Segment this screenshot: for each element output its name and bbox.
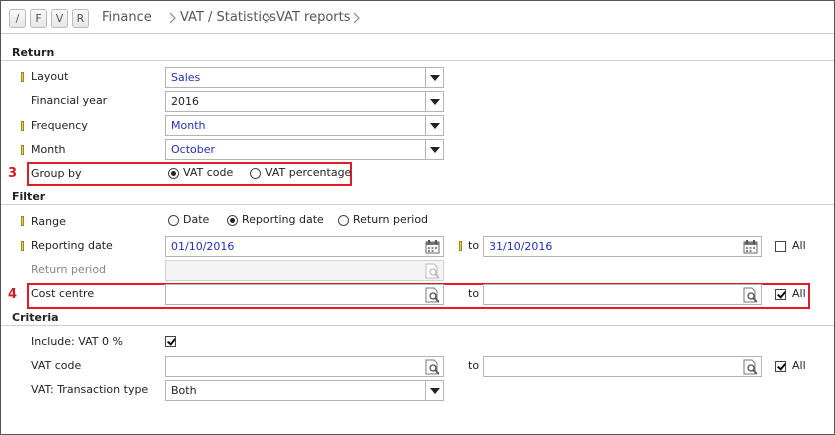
section-title: Return xyxy=(12,46,55,59)
cost-centre-from-input[interactable] xyxy=(165,284,444,305)
reporting-date-from-input[interactable]: 01/10/2016 xyxy=(165,236,444,257)
breadcrumb-finance[interactable]: Finance xyxy=(102,10,152,26)
layout-value: Sales xyxy=(171,71,201,84)
reporting-date-to-input[interactable]: 31/10/2016 xyxy=(483,236,762,257)
month-value: October xyxy=(171,143,216,156)
section-header-return: Return xyxy=(1,46,834,61)
vat-code-to-label: to xyxy=(468,359,480,372)
layout-label: Layout xyxy=(31,70,69,83)
financial-year-value: 2016 xyxy=(171,95,199,108)
include-vat0-checkbox[interactable] xyxy=(165,336,176,347)
radio-vat-percentage[interactable] xyxy=(250,168,261,179)
financial-year-label: Financial year xyxy=(31,94,108,107)
section-header-criteria: Criteria xyxy=(1,311,834,326)
transaction-type-label: VAT: Transaction type xyxy=(31,383,149,396)
breadcrumb-vat-statistics[interactable]: VAT / Statistics xyxy=(180,10,276,26)
layout-select[interactable]: Sales xyxy=(165,67,444,88)
chevron-right-icon xyxy=(169,12,176,24)
required-marker xyxy=(21,241,24,251)
range-label: Range xyxy=(31,215,66,228)
cost-centre-label: Cost centre xyxy=(31,287,95,300)
required-marker xyxy=(21,145,24,155)
cost-centre-all-label: All xyxy=(792,287,806,300)
top-toolbar: / F V R Finance VAT / Statistics VAT rep… xyxy=(1,1,834,34)
shortcut-key-f[interactable]: F xyxy=(30,9,47,28)
month-select[interactable]: October xyxy=(165,139,444,160)
calendar-icon[interactable] xyxy=(424,239,441,255)
vat-code-all-label: All xyxy=(792,359,806,372)
radio-range-date[interactable] xyxy=(168,215,179,226)
lookup-icon[interactable] xyxy=(424,287,441,303)
lookup-icon[interactable] xyxy=(424,359,441,375)
shortcut-key-v[interactable]: V xyxy=(51,9,68,28)
chevron-right-icon xyxy=(353,12,360,24)
chevron-down-icon[interactable] xyxy=(425,116,443,135)
cost-centre-all-checkbox[interactable] xyxy=(775,289,786,300)
radio-range-reporting-date-label[interactable]: Reporting date xyxy=(242,213,324,227)
radio-range-return-period[interactable] xyxy=(338,215,349,226)
shortcut-key-slash[interactable]: / xyxy=(9,9,26,28)
frequency-value: Month xyxy=(171,119,206,132)
reporting-date-to-value: 31/10/2016 xyxy=(489,240,553,253)
breadcrumb-vat-reports[interactable]: VAT reports xyxy=(276,10,351,26)
lookup-icon[interactable] xyxy=(742,359,759,375)
return-period-label: Return period xyxy=(31,263,107,276)
radio-vat-code[interactable] xyxy=(168,168,179,179)
reporting-date-all-checkbox[interactable] xyxy=(775,241,786,252)
radio-range-reporting-date[interactable] xyxy=(227,215,238,226)
calendar-icon[interactable] xyxy=(742,239,759,255)
vat-code-from-input[interactable] xyxy=(165,356,444,377)
radio-range-date-label[interactable]: Date xyxy=(183,213,209,227)
section-title: Filter xyxy=(12,190,46,203)
return-period-input[interactable] xyxy=(165,260,444,281)
group-by-label: Group by xyxy=(31,167,82,180)
lookup-icon[interactable] xyxy=(742,287,759,303)
include-vat0-label: Include: VAT 0 % xyxy=(31,335,123,348)
reporting-date-all-label: All xyxy=(792,239,806,252)
frequency-label: Frequency xyxy=(31,119,88,132)
chevron-down-icon[interactable] xyxy=(425,381,443,400)
cost-centre-to-input[interactable] xyxy=(483,284,762,305)
radio-range-return-period-label[interactable]: Return period xyxy=(353,213,428,227)
section-header-filter: Filter xyxy=(1,190,834,205)
transaction-type-select[interactable]: Both xyxy=(165,380,444,401)
shortcut-key-r[interactable]: R xyxy=(72,9,89,28)
vat-code-to-input[interactable] xyxy=(483,356,762,377)
transaction-type-value: Both xyxy=(171,384,197,397)
required-marker xyxy=(21,121,24,131)
lookup-icon[interactable] xyxy=(424,263,441,279)
annotation-number-4: 4 xyxy=(8,287,18,302)
frequency-select[interactable]: Month xyxy=(165,115,444,136)
vat-code-all-checkbox[interactable] xyxy=(775,361,786,372)
chevron-down-icon[interactable] xyxy=(425,68,443,87)
financial-year-select[interactable]: 2016 xyxy=(165,91,444,112)
required-marker xyxy=(21,216,24,226)
radio-vat-percentage-label[interactable]: VAT percentage xyxy=(265,166,351,180)
month-label: Month xyxy=(31,143,66,156)
annotation-number-3: 3 xyxy=(8,166,18,181)
required-marker xyxy=(21,72,24,82)
required-marker xyxy=(459,241,462,251)
reporting-date-to-label: to xyxy=(468,239,480,252)
vat-code-label: VAT code xyxy=(31,359,82,372)
reporting-date-label: Reporting date xyxy=(31,239,113,252)
radio-vat-code-label[interactable]: VAT code xyxy=(183,166,233,180)
section-title: Criteria xyxy=(12,311,59,324)
reporting-date-from-value: 01/10/2016 xyxy=(171,240,235,253)
cost-centre-to-label: to xyxy=(468,287,480,300)
chevron-down-icon[interactable] xyxy=(425,92,443,111)
chevron-down-icon[interactable] xyxy=(425,140,443,159)
chevron-right-icon xyxy=(264,12,271,24)
